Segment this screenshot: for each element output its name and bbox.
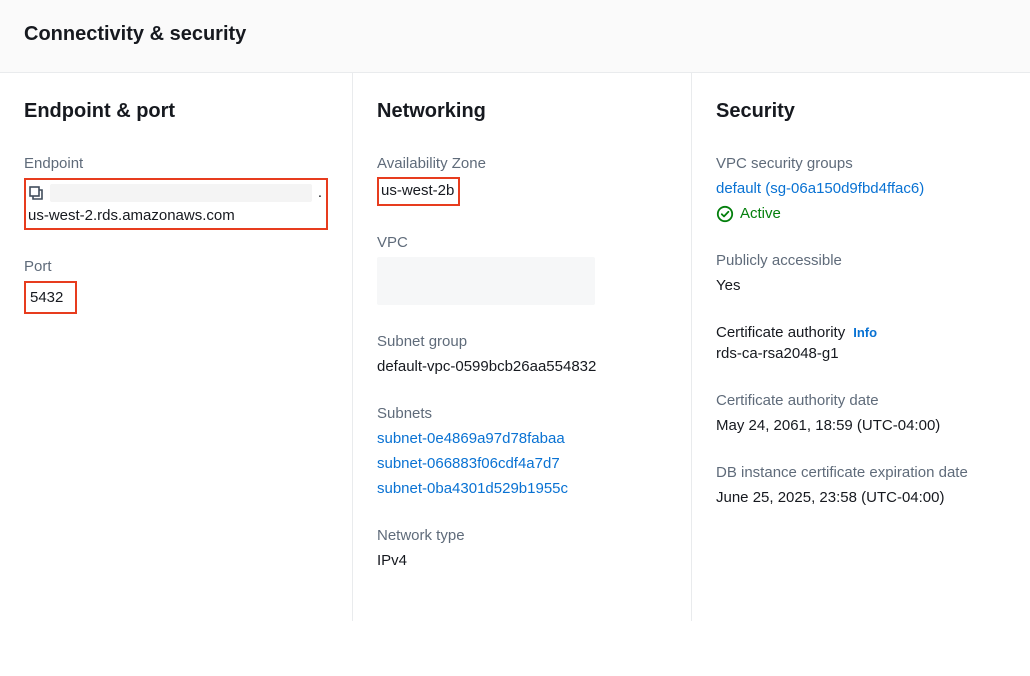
- field-db-cert-expiration: DB instance certificate expiration date …: [716, 462, 1006, 508]
- endpoint-port-heading: Endpoint & port: [24, 97, 328, 125]
- field-availability-zone: Availability Zone us-west-2b: [377, 153, 667, 206]
- vpc-sg-status: Active: [740, 203, 781, 224]
- cert-authority-date-label: Certificate authority date: [716, 390, 1006, 411]
- security-heading: Security: [716, 97, 1006, 125]
- endpoint-redacted: [50, 184, 312, 202]
- port-label: Port: [24, 256, 328, 277]
- endpoint-label: Endpoint: [24, 153, 328, 174]
- subnet-group-value: default-vpc-0599bcb26aa554832: [377, 356, 667, 377]
- cert-authority-label: Certificate authority: [716, 322, 845, 343]
- field-vpc: VPC: [377, 232, 667, 305]
- field-network-type: Network type IPv4: [377, 525, 667, 571]
- column-networking: Networking Availability Zone us-west-2b …: [352, 73, 692, 621]
- panel-title: Connectivity & security: [24, 20, 1006, 48]
- check-circle-icon: [716, 205, 734, 223]
- endpoint-dot: .: [318, 182, 322, 203]
- network-type-label: Network type: [377, 525, 667, 546]
- vpc-sg-link[interactable]: default (sg-06a150d9fbd4ffac6): [716, 180, 924, 197]
- field-subnets: Subnets subnet-0e4869a97d78fabaa subnet-…: [377, 403, 667, 499]
- subnets-label: Subnets: [377, 403, 667, 424]
- endpoint-copy-row: .: [28, 182, 322, 203]
- publicly-accessible-value: Yes: [716, 275, 1006, 296]
- cert-authority-info-link[interactable]: Info: [853, 324, 877, 342]
- az-value: us-west-2b: [381, 182, 454, 199]
- field-port: Port 5432: [24, 256, 328, 314]
- column-endpoint-port: Endpoint & port Endpoint . us-west-2.rds…: [0, 73, 352, 621]
- az-label: Availability Zone: [377, 153, 667, 174]
- db-cert-exp-label: DB instance certificate expiration date: [716, 462, 1006, 483]
- endpoint-highlight: . us-west-2.rds.amazonaws.com: [24, 178, 328, 230]
- subnet-link-1[interactable]: subnet-066883f06cdf4a7d7: [377, 453, 667, 474]
- field-endpoint: Endpoint . us-west-2.rds.amazonaws.com: [24, 153, 328, 230]
- port-highlight: 5432: [24, 281, 77, 314]
- network-type-value: IPv4: [377, 550, 667, 571]
- port-value: 5432: [30, 289, 63, 306]
- db-cert-exp-value: June 25, 2025, 23:58 (UTC-04:00): [716, 487, 1006, 508]
- publicly-accessible-label: Publicly accessible: [716, 250, 1006, 271]
- field-certificate-authority: Certificate authority Info rds-ca-rsa204…: [716, 322, 1006, 364]
- content-columns: Endpoint & port Endpoint . us-west-2.rds…: [0, 73, 1030, 621]
- subnet-link-2[interactable]: subnet-0ba4301d529b1955c: [377, 478, 667, 499]
- field-vpc-security-groups: VPC security groups default (sg-06a150d9…: [716, 153, 1006, 224]
- cert-authority-value: rds-ca-rsa2048-g1: [716, 343, 1006, 364]
- field-certificate-authority-date: Certificate authority date May 24, 2061,…: [716, 390, 1006, 436]
- vpc-redacted: [377, 257, 595, 305]
- field-subnet-group: Subnet group default-vpc-0599bcb26aa5548…: [377, 331, 667, 377]
- subnet-link-0[interactable]: subnet-0e4869a97d78fabaa: [377, 428, 667, 449]
- endpoint-suffix: us-west-2.rds.amazonaws.com: [28, 205, 322, 226]
- subnet-group-label: Subnet group: [377, 331, 667, 352]
- field-publicly-accessible: Publicly accessible Yes: [716, 250, 1006, 296]
- networking-heading: Networking: [377, 97, 667, 125]
- az-highlight: us-west-2b: [377, 177, 460, 206]
- copy-icon[interactable]: [28, 185, 44, 201]
- vpc-label: VPC: [377, 232, 667, 253]
- vpc-sg-status-row: Active: [716, 203, 1006, 224]
- panel-header: Connectivity & security: [0, 0, 1030, 73]
- vpc-sg-label: VPC security groups: [716, 153, 1006, 174]
- cert-authority-date-value: May 24, 2061, 18:59 (UTC-04:00): [716, 415, 1006, 436]
- column-security: Security VPC security groups default (sg…: [692, 73, 1030, 621]
